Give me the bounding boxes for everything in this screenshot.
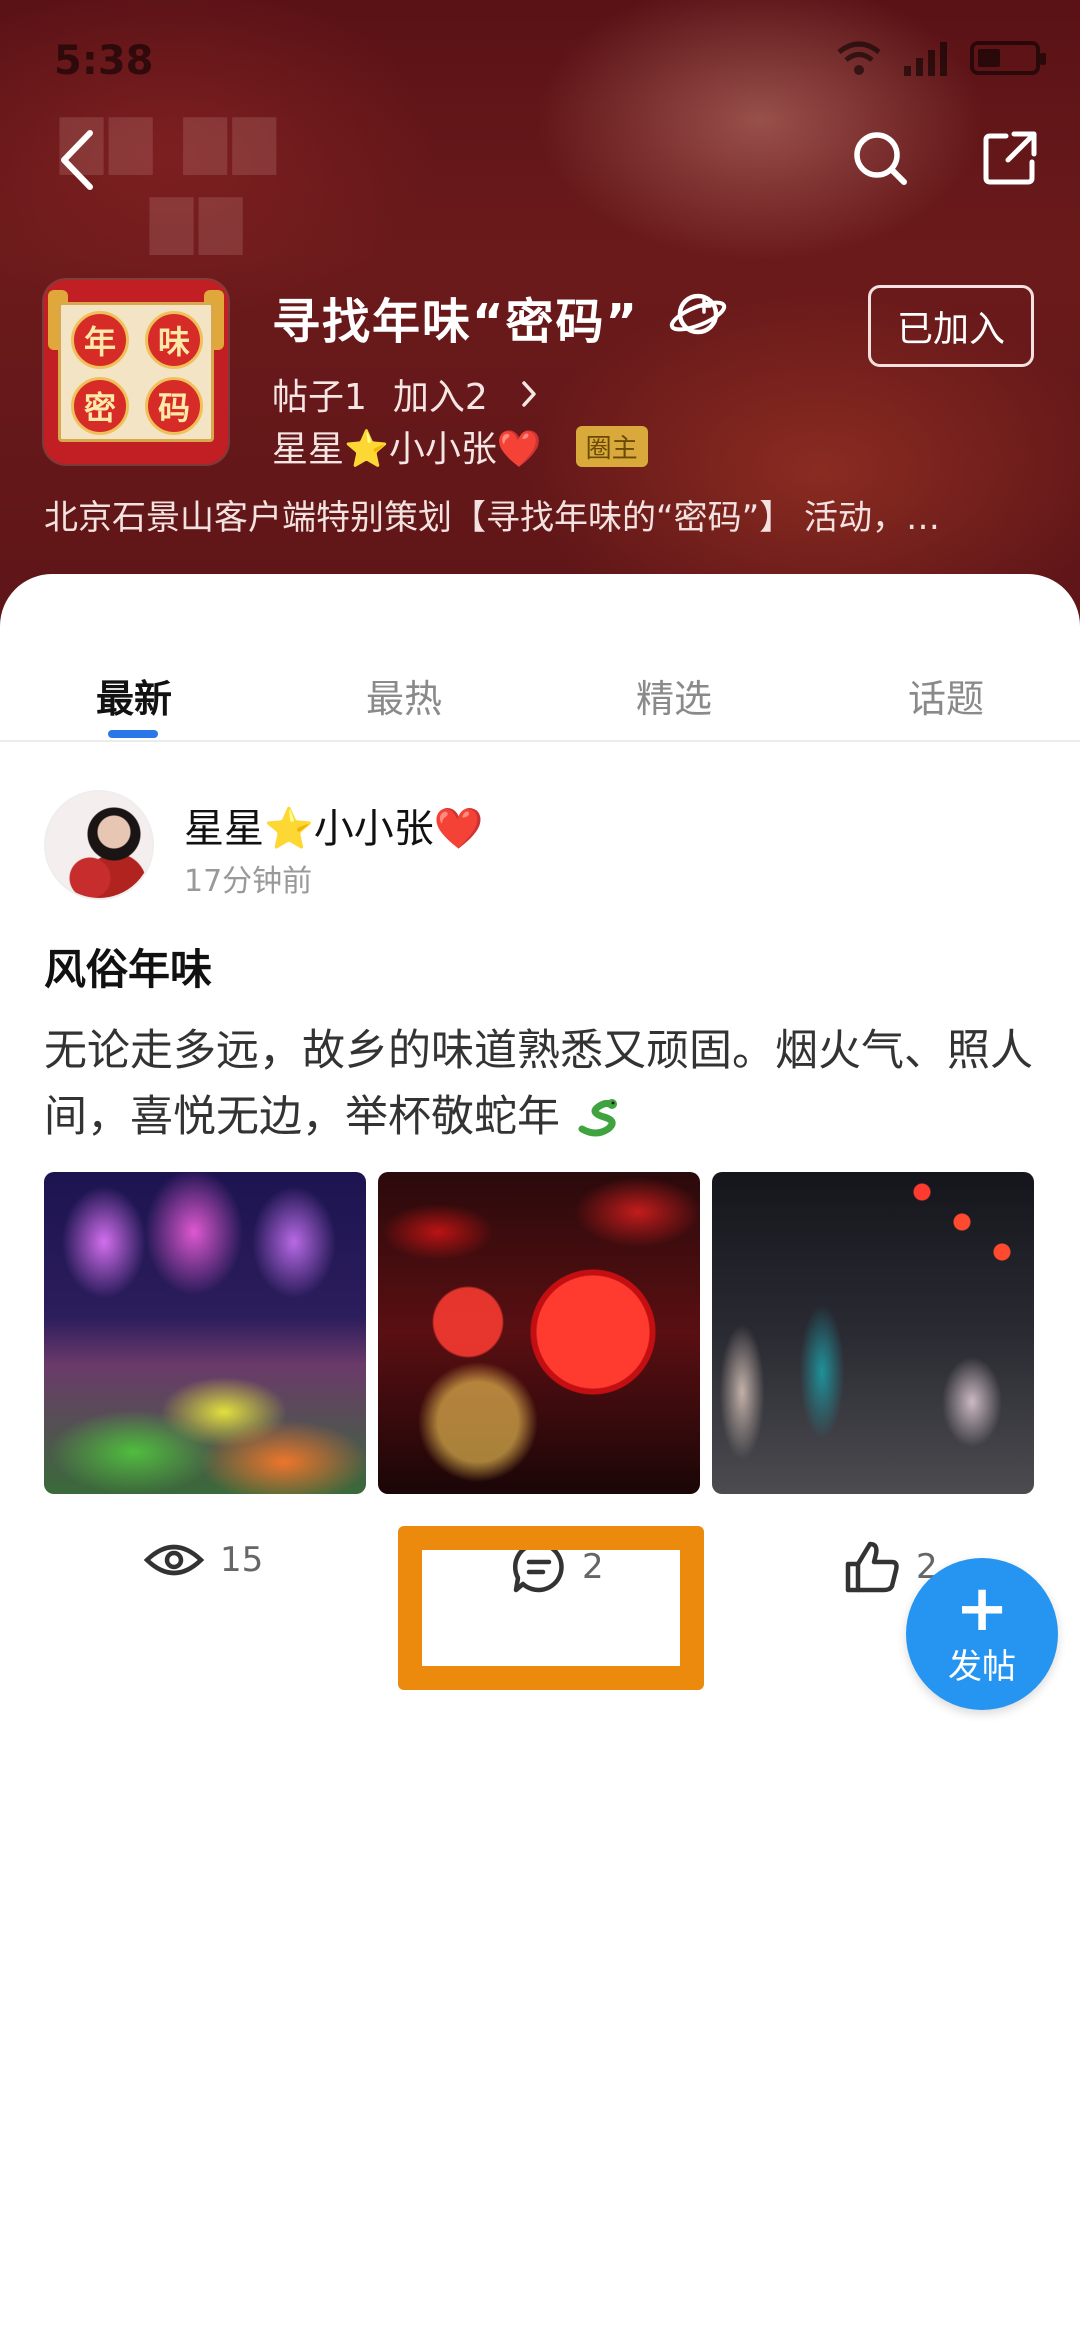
tab-latest[interactable]: 最新 [34,668,234,723]
tab-indicator [108,730,158,738]
post-body[interactable]: 无论走多远，故乡的味道熟悉又顽固。烟火气、照人间，喜悦无边，举杯敬蛇年 [44,1018,1044,1150]
joined-button[interactable]: 已加入 [868,285,1034,367]
tab-hottest[interactable]: 最热 [304,668,504,723]
group-header: ▇▇ ▇▇ ▇▇ 5:38 年 味 密 码 寻找年味“密码” 帖子1 加入2 星… [0,0,1080,640]
eye-icon [144,1544,204,1576]
post-image-lanterns[interactable] [378,1172,700,1494]
post-body-text: 无论走多远，故乡的味道熟悉又顽固。烟火气、照人间，喜悦无边，举杯敬蛇年 [44,1026,1033,1142]
logo-char: 味 [145,311,203,369]
plus-icon: + [955,1571,1009,1646]
group-stats[interactable]: 帖子1 加入2 [272,368,540,420]
banner-decoration: ▇▇ [150,190,249,255]
share-icon[interactable] [980,128,1040,188]
battery-icon [970,41,1046,75]
back-chevron-icon[interactable] [50,125,110,195]
tab-topics[interactable]: 话题 [846,668,1046,723]
status-bar: 5:38 [0,0,1080,120]
planet-icon[interactable] [668,286,728,342]
members-count: 加入2 [392,377,488,418]
owner-badge: 圈主 [575,425,648,467]
signal-icon [904,42,947,76]
status-time: 5:38 [54,38,154,84]
group-logo[interactable]: 年 味 密 码 [44,280,228,464]
post-author[interactable]: 星星⭐小小张❤️ [184,796,484,854]
search-icon[interactable] [850,128,910,188]
group-title: 寻找年味“密码” [272,294,640,350]
status-icons [834,38,1046,78]
post-image-street[interactable] [712,1172,1034,1494]
views-count: 15 [220,1540,264,1580]
group-description[interactable]: 北京石景山客户端特别策划【寻找年味的“密码”】 活动，… [44,490,1044,539]
highlight-box [398,1526,704,1690]
tab-featured[interactable]: 精选 [574,668,774,723]
new-post-label: 发帖 [948,1646,1016,1687]
logo-card: 年 味 密 码 [58,302,214,442]
logo-char: 年 [71,311,129,369]
posts-count: 帖子1 [272,377,367,418]
chevron-right-icon [522,381,536,407]
new-post-button[interactable]: + 发帖 [906,1558,1058,1710]
views-stat: 15 [144,1540,263,1580]
owner-name[interactable]: 星星⭐小小张❤️ [272,420,542,472]
post-title[interactable]: 风俗年味 [44,936,212,997]
owner-row: 星星⭐小小张❤️ 圈主 [272,420,648,472]
logo-char: 密 [71,377,129,435]
avatar[interactable] [44,790,154,900]
post-time: 17分钟前 [184,864,313,899]
post-image-light-show[interactable] [44,1172,366,1494]
logo-char: 码 [145,377,203,435]
tab-bar: 最新 最热 精选 话题 [0,654,1080,742]
snake-emoji-icon [578,1099,617,1137]
wifi-icon [837,41,881,75]
thumbs-up-icon [845,1541,899,1593]
